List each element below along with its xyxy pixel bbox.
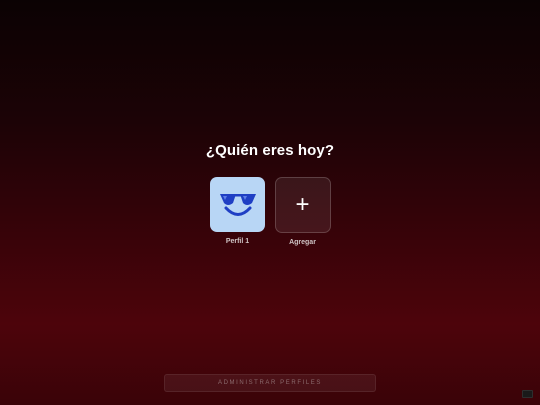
page-title: ¿Quién eres hoy? xyxy=(205,142,335,159)
profile-item-add[interactable]: + Agregar xyxy=(274,177,331,246)
profile-name-label: Perfil 1 xyxy=(225,238,250,245)
profile-selection-screen: ¿Quién eres hoy? Perfil 1 + Agregar ADMI… xyxy=(0,0,540,405)
plus-icon: + xyxy=(295,191,310,218)
sunglasses-face-icon xyxy=(219,193,256,216)
add-profile-label: Agregar xyxy=(289,239,316,246)
profile-list: Perfil 1 + Agregar xyxy=(0,177,540,246)
profile-avatar-tile[interactable] xyxy=(210,177,265,232)
caption-icon[interactable] xyxy=(522,390,533,398)
add-profile-button[interactable]: + xyxy=(274,177,331,233)
profile-item-perfil-1[interactable]: Perfil 1 xyxy=(210,177,265,246)
manage-profiles-button[interactable]: ADMINISTRAR PERFILES xyxy=(164,374,376,392)
